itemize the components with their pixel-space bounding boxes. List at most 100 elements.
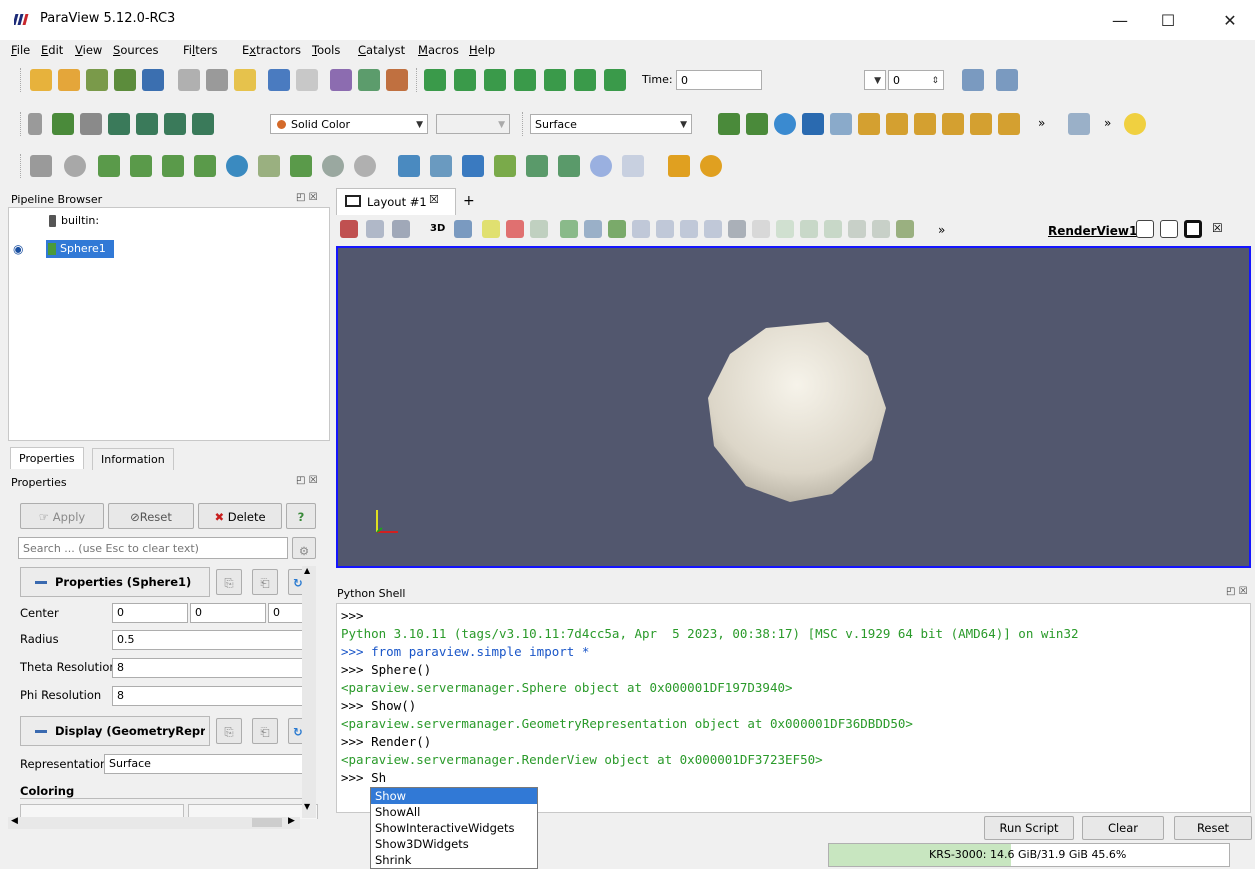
reset-session-icon[interactable]: [330, 69, 352, 91]
reset-range-icon[interactable]: [80, 113, 102, 135]
plot-data-icon[interactable]: [526, 155, 548, 177]
plot-statistics-icon[interactable]: [558, 155, 580, 177]
tab-information[interactable]: Information: [92, 448, 174, 470]
copy-display-icon[interactable]: ⎘: [216, 718, 242, 744]
time-input[interactable]: 0: [676, 70, 762, 90]
component-dropdown[interactable]: ▼: [436, 114, 510, 134]
grow-selection-icon[interactable]: [680, 220, 698, 238]
light-kit-icon[interactable]: [1124, 113, 1146, 135]
python-shell-console[interactable]: >>> Python 3.10.11 (tags/v3.10.11:7d4cc5…: [336, 603, 1251, 813]
histogram-icon[interactable]: [462, 155, 484, 177]
radius-input[interactable]: 0.5: [112, 630, 314, 650]
loop-icon[interactable]: [604, 69, 626, 91]
eye-visibility-icon[interactable]: ◉: [13, 242, 23, 256]
menu-catalyst[interactable]: Catalyst: [358, 43, 405, 57]
hover-cells-icon[interactable]: [656, 220, 674, 238]
render-view-name[interactable]: RenderView1: [1048, 224, 1137, 238]
select-cells-icon[interactable]: [482, 220, 500, 238]
menu-help[interactable]: Help: [469, 43, 495, 57]
particle-tracer-icon[interactable]: [590, 155, 612, 177]
disconnect-icon[interactable]: [142, 69, 164, 91]
autocomplete-item[interactable]: Shrink: [371, 852, 537, 868]
clear-selection-icon[interactable]: [728, 220, 746, 238]
connect-icon[interactable]: [114, 69, 136, 91]
rescale-temporal-icon[interactable]: [136, 113, 158, 135]
warp-vector-icon[interactable]: [290, 155, 312, 177]
stream-tracer-icon[interactable]: [258, 155, 280, 177]
dock-float-close-icon[interactable]: ◰ ☒: [296, 475, 318, 486]
autocomplete-item[interactable]: Show3DWidgets: [371, 836, 537, 852]
reverse-play-icon[interactable]: [484, 69, 506, 91]
theta-resolution-input[interactable]: 8: [112, 658, 314, 678]
edit-color-map-icon[interactable]: [52, 113, 74, 135]
auto-apply-icon[interactable]: [234, 69, 256, 91]
rescale-custom-icon[interactable]: [108, 113, 130, 135]
settings-palette-icon[interactable]: [386, 69, 408, 91]
add-layout-tab-button[interactable]: +: [463, 193, 475, 209]
menu-edit[interactable]: Edit: [41, 43, 63, 57]
select-frustum-icon[interactable]: [560, 220, 578, 238]
hover-points-icon[interactable]: [632, 220, 650, 238]
group-datasets-icon[interactable]: [322, 155, 344, 177]
pick-center-icon[interactable]: [802, 113, 824, 135]
properties-search-input[interactable]: [18, 537, 288, 559]
next-frame-icon[interactable]: [544, 69, 566, 91]
python-calculator-icon[interactable]: [622, 155, 644, 177]
first-frame-icon[interactable]: [424, 69, 446, 91]
extract-level-icon[interactable]: [354, 155, 376, 177]
previous-frame-icon[interactable]: [454, 69, 476, 91]
show-color-legend-icon[interactable]: [28, 113, 42, 135]
split-vertical-icon[interactable]: [1160, 220, 1178, 238]
display-section-header[interactable]: Display (GeometryRepr: [20, 716, 210, 746]
render-view[interactable]: [336, 246, 1251, 568]
menu-tools[interactable]: Tools: [312, 43, 340, 57]
threshold-icon[interactable]: [162, 155, 184, 177]
zoom-to-data-icon[interactable]: [962, 69, 984, 91]
color-by-dropdown[interactable]: Solid Color ▼: [270, 114, 428, 134]
timestep-index-spinbox[interactable]: 0 ⇕: [888, 70, 944, 90]
minimize-button[interactable]: —: [1100, 8, 1140, 34]
properties-section-header[interactable]: Properties (Sphere1): [20, 567, 210, 597]
load-state-icon[interactable]: [206, 69, 228, 91]
shell-input-line[interactable]: >>> Sh: [341, 770, 386, 785]
rescale-visible-icon[interactable]: [164, 113, 186, 135]
camera-undo-icon[interactable]: [366, 220, 384, 238]
pipeline-item-sphere1[interactable]: Sphere1: [46, 240, 114, 258]
tab-layout-1[interactable]: Layout #1 ☒: [336, 188, 456, 215]
center-y-input[interactable]: 0: [190, 603, 266, 623]
find-data-icon[interactable]: [358, 69, 380, 91]
rescale-all-icon[interactable]: [192, 113, 214, 135]
plot-over-line-icon[interactable]: [398, 155, 420, 177]
probe-location-icon[interactable]: [494, 155, 516, 177]
reset-camera-icon[interactable]: [718, 113, 740, 135]
contour-icon[interactable]: [64, 155, 86, 177]
edit-selection-icon[interactable]: [752, 220, 770, 238]
select-points-icon[interactable]: [506, 220, 524, 238]
play-icon[interactable]: [514, 69, 536, 91]
tab-properties[interactable]: Properties: [10, 447, 84, 469]
view-plus-z-icon[interactable]: [970, 113, 992, 135]
autocomplete-item[interactable]: Show: [371, 788, 537, 804]
properties-horizontal-scrollbar[interactable]: ◀ ▶: [8, 816, 300, 829]
view-plus-x-icon[interactable]: [858, 113, 880, 135]
add-selection-icon[interactable]: [896, 220, 914, 238]
capture-screenshot-icon[interactable]: [340, 220, 358, 238]
save-data-icon[interactable]: [86, 69, 108, 91]
scroll-thumb[interactable]: [252, 818, 282, 827]
view-minus-z-icon[interactable]: [998, 113, 1020, 135]
menu-sources[interactable]: Sources: [113, 43, 159, 57]
menu-view[interactable]: View: [75, 43, 102, 57]
scroll-left-icon[interactable]: ◀: [11, 816, 18, 826]
paste-display-icon[interactable]: ⎗: [252, 718, 278, 744]
apply-button[interactable]: ☞ Apply: [20, 503, 104, 529]
properties-vertical-scrollbar[interactable]: ▲ ▼: [302, 566, 316, 818]
paste-properties-icon[interactable]: ⎗: [252, 569, 278, 595]
representation-dropdown[interactable]: Surface ▼: [530, 114, 692, 134]
slice-icon[interactable]: [130, 155, 152, 177]
interactive-select-icon[interactable]: [608, 220, 626, 238]
select-points-through-icon[interactable]: [824, 220, 842, 238]
query-icon[interactable]: [872, 220, 890, 238]
recent-files-icon[interactable]: [58, 69, 80, 91]
center-rotation-icon[interactable]: [774, 113, 796, 135]
reset-camera-closest-icon[interactable]: [746, 113, 768, 135]
